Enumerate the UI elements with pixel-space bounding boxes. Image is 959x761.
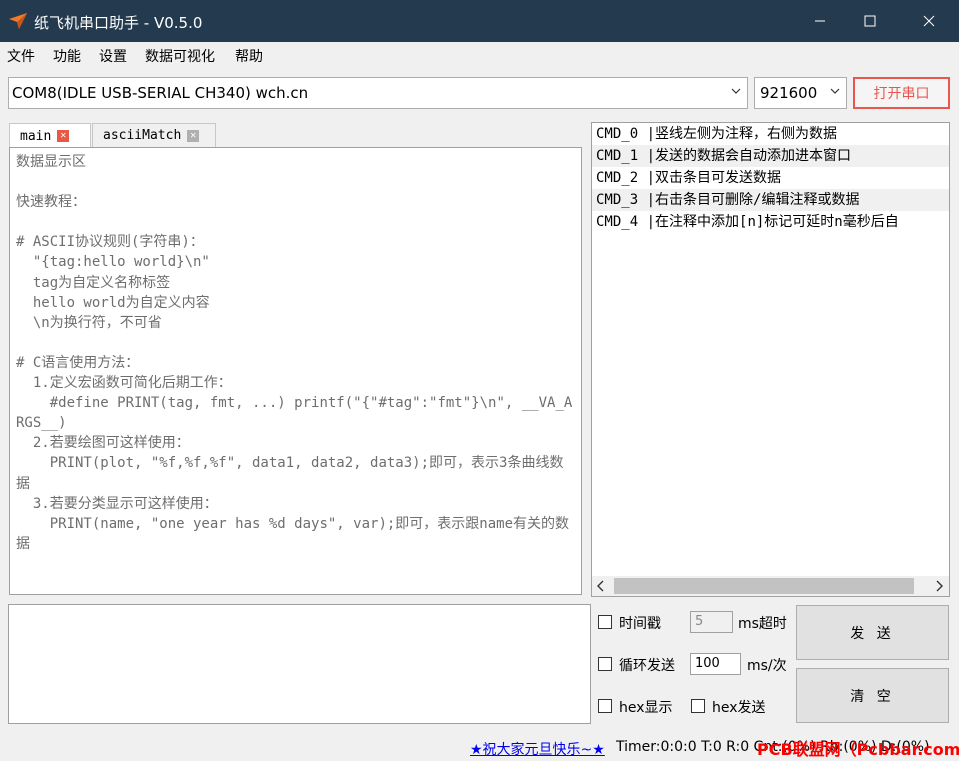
- command-text: |双击条目可发送数据: [646, 170, 782, 186]
- command-name: CMD_4: [596, 214, 639, 230]
- receive-display-text: 数据显示区 快速教程： # ASCII协议规则(字符串)： "{tag:hell…: [16, 154, 573, 552]
- command-text: |竖线左侧为注释，右侧为数据: [646, 126, 838, 142]
- list-item[interactable]: CMD_1 |发送的数据会自动添加进本窗口: [592, 145, 949, 167]
- send-button[interactable]: 发 送: [796, 605, 949, 660]
- close-icon[interactable]: ✕: [57, 130, 70, 142]
- close-icon[interactable]: ✕: [187, 129, 200, 142]
- send-input[interactable]: [8, 604, 591, 724]
- loop-send-label: 循环发送: [619, 658, 675, 674]
- hex-send-label: hex发送: [712, 700, 766, 716]
- command-text: |在注释中添加[n]标记可延时n毫秒后自: [646, 214, 899, 230]
- hex-display-checkbox[interactable]: [598, 699, 612, 713]
- menu-bar: 文件 功能 设置 数据可视化 帮助: [0, 42, 959, 68]
- loop-send-checkbox[interactable]: [598, 657, 612, 671]
- menu-function[interactable]: 功能: [53, 46, 81, 66]
- timeout-field[interactable]: 5: [690, 611, 733, 633]
- greeting-link[interactable]: ★祝大家元旦快乐~★: [470, 739, 605, 759]
- hex-display-label: hex显示: [619, 700, 673, 716]
- command-text: |右击条目可删除/编辑注释或数据: [646, 192, 860, 208]
- menu-visualization[interactable]: 数据可视化: [145, 46, 215, 66]
- menu-file[interactable]: 文件: [7, 46, 35, 66]
- paper-plane-icon: [9, 13, 27, 29]
- tab-main[interactable]: main ✕: [9, 123, 91, 148]
- watermark-text: PCB联盟网（Pcbbar.com）: [757, 740, 959, 759]
- clear-button[interactable]: 清 空: [796, 668, 949, 723]
- timeout-unit-label: ms超时: [738, 616, 787, 632]
- command-name: CMD_0: [596, 126, 639, 142]
- baud-select[interactable]: 921600: [754, 77, 847, 109]
- timestamp-label: 时间戳: [619, 616, 661, 632]
- loop-interval-unit-label: ms/次: [747, 658, 787, 674]
- horizontal-scrollbar[interactable]: [592, 576, 949, 596]
- tab-main-label: main: [20, 128, 52, 144]
- command-name: CMD_2: [596, 170, 639, 186]
- chevron-down-icon: [830, 88, 840, 94]
- scrollbar-thumb[interactable]: [614, 578, 914, 594]
- menu-help[interactable]: 帮助: [235, 46, 263, 66]
- maximize-icon[interactable]: [845, 0, 895, 42]
- list-item[interactable]: CMD_4 |在注释中添加[n]标记可延时n毫秒后自: [592, 211, 949, 233]
- command-name: CMD_1: [596, 148, 639, 164]
- chevron-right-icon[interactable]: [934, 580, 944, 592]
- port-select-value: COM8(IDLE USB-SERIAL CH340) wch.cn: [12, 84, 309, 102]
- tab-asciimatch-label: asciiMatch: [103, 128, 182, 143]
- list-item[interactable]: CMD_2 |双击条目可发送数据: [592, 167, 949, 189]
- baud-select-value: 921600: [760, 84, 818, 102]
- tab-asciimatch[interactable]: asciiMatch ✕: [92, 123, 216, 147]
- port-select[interactable]: COM8(IDLE USB-SERIAL CH340) wch.cn: [8, 77, 748, 109]
- window-title: 纸飞机串口助手 - V0.5.0: [34, 14, 203, 32]
- close-icon[interactable]: [904, 0, 954, 42]
- minimize-icon[interactable]: [795, 0, 845, 42]
- open-port-button[interactable]: 打开串口: [853, 77, 950, 109]
- timestamp-checkbox[interactable]: [598, 615, 612, 629]
- hex-send-checkbox[interactable]: [691, 699, 705, 713]
- command-text: |发送的数据会自动添加进本窗口: [646, 148, 852, 164]
- chevron-down-icon: [731, 88, 741, 94]
- receive-display[interactable]: 数据显示区 快速教程： # ASCII协议规则(字符串)： "{tag:hell…: [9, 147, 582, 595]
- command-list[interactable]: CMD_0 |竖线左侧为注释，右侧为数据 CMD_1 |发送的数据会自动添加进本…: [591, 122, 950, 597]
- title-bar: 纸飞机串口助手 - V0.5.0: [0, 0, 959, 42]
- list-item[interactable]: CMD_0 |竖线左侧为注释，右侧为数据: [592, 123, 949, 145]
- command-name: CMD_3: [596, 192, 639, 208]
- menu-settings[interactable]: 设置: [99, 46, 127, 66]
- loop-interval-field[interactable]: 100: [690, 653, 741, 675]
- list-item[interactable]: CMD_3 |右击条目可删除/编辑注释或数据: [592, 189, 949, 211]
- chevron-left-icon[interactable]: [596, 580, 606, 592]
